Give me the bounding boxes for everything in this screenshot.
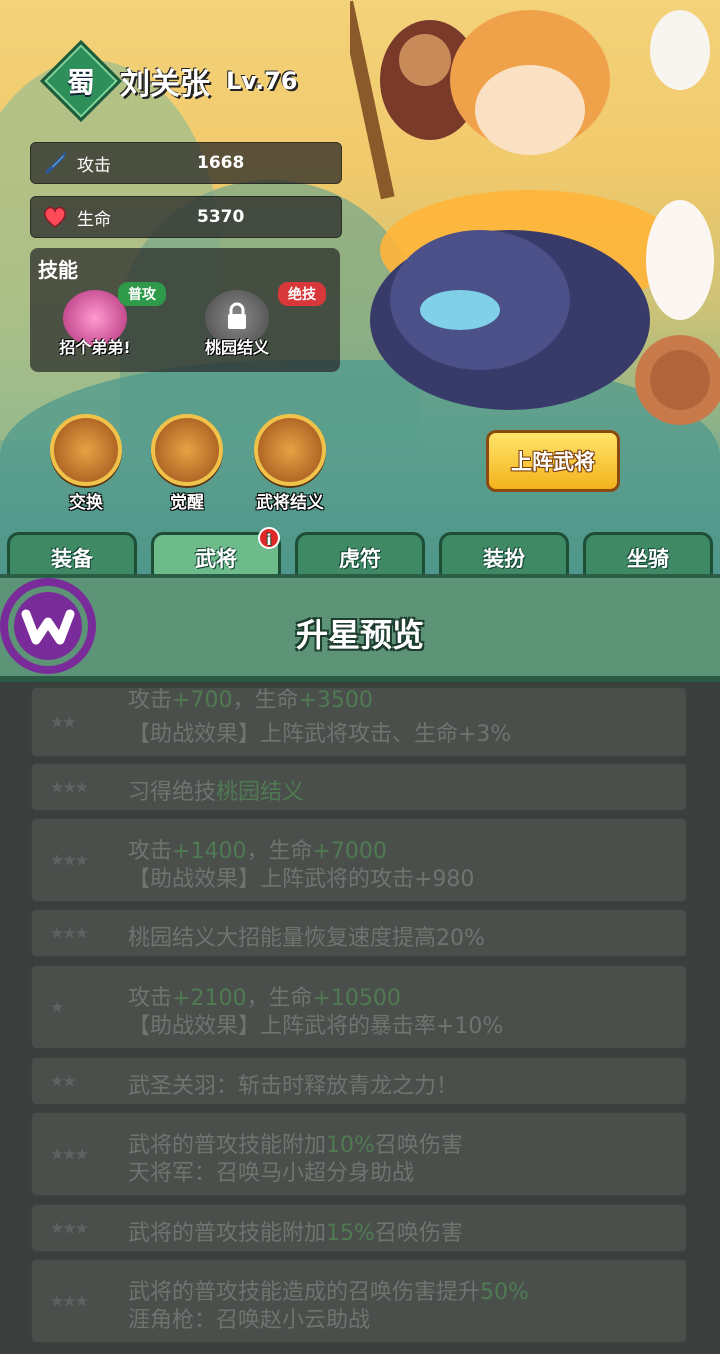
tab-equipment[interactable]: 装备 (7, 532, 137, 580)
skill-tag: 绝技 (278, 282, 326, 306)
item-line: 武圣关羽：斩击时释放青龙之力！ (128, 1074, 459, 1099)
star-icon: ★★★ (50, 1291, 89, 1311)
star-icon: ★★★ (50, 850, 89, 870)
item-line: 习得绝技桃园结义 (128, 780, 305, 805)
logo-badge (0, 578, 96, 674)
star-icon: ★★ (50, 712, 77, 732)
tab-costume[interactable]: 装扮 (439, 532, 569, 580)
lock-icon (228, 302, 246, 329)
stat-label: 攻击 (77, 155, 111, 176)
sword-icon (41, 149, 69, 177)
swap-icon (50, 414, 122, 486)
star-icon: ★★★ (50, 1144, 89, 1164)
attack-stat: 攻击 1668 (30, 142, 342, 184)
star-icon: ★★★ (50, 777, 89, 797)
skills-title: 技能 (38, 258, 78, 282)
hero-header: 蜀 刘关张 Lv.76 (39, 39, 298, 123)
stat-value: 5370 (197, 207, 245, 227)
tab-badge: i (258, 527, 280, 549)
panel-title: 升星预览 (295, 616, 424, 654)
item-line: 天将军：召唤马小超分身助战 (128, 1161, 415, 1186)
tab-hero[interactable]: 武将 i (151, 527, 281, 580)
star-icon: ★★★ (50, 923, 89, 943)
hero-name: 刘关张 (120, 67, 210, 102)
list-item: ★★★ 桃园结义大招能量恢复速度提高20% (30, 908, 688, 958)
deploy-hero-button[interactable]: 上阵武将 (486, 430, 620, 492)
list-item: ★★ 武圣关羽：斩击时释放青龙之力！ (30, 1056, 688, 1106)
skill-tag: 普攻 (118, 282, 166, 306)
oath-icon (254, 414, 326, 486)
list-item: ★★★ 攻击+1400，生命+7000 【助战效果】上阵武将的攻击+980 (30, 817, 688, 903)
awaken-icon (151, 414, 223, 486)
panel-header: 升星预览 (0, 574, 720, 682)
item-line: 【助战效果】上阵武将的攻击+980 (128, 867, 475, 892)
list-item: ★★★ 武将的普攻技能造成的召唤伤害提升50% 涯角枪：召唤赵小云助战 (30, 1258, 688, 1344)
hero-artwork (350, 0, 720, 425)
skill-name: 招个弟弟! (59, 338, 131, 357)
skill-name: 桃园结义 (204, 338, 269, 357)
heart-icon (41, 203, 69, 231)
list-item: ★★ 攻击+700，生命+3500 【助战效果】上阵武将攻击、生命+3% (30, 686, 688, 758)
list-item: ★ 攻击+2100，生命+10500 【助战效果】上阵武将的暴击率+10% (30, 964, 688, 1050)
item-line: 涯角枪：召唤赵小云助战 (128, 1308, 371, 1333)
skills-panel: 技能 招个弟弟! 普攻 桃园结义 绝技 (30, 248, 340, 372)
tab-mount[interactable]: 坐骑 (583, 532, 713, 580)
skill-ultimate[interactable]: 桃园结义 (182, 284, 292, 368)
oath-button[interactable]: 武将结义 (248, 414, 332, 513)
kingdom-badge: 蜀 (39, 39, 123, 123)
stat-label: 生命 (77, 209, 111, 230)
item-line: 桃园结义大招能量恢复速度提高20% (128, 926, 485, 951)
tab-tiger-tally[interactable]: 虎符 (295, 532, 425, 580)
hero-level: Lv.76 (226, 67, 298, 95)
item-line: 攻击+700，生命+3500 (128, 688, 373, 713)
star-icon: ★★★ (50, 1218, 89, 1238)
star-icon: ★ (50, 997, 64, 1017)
stat-value: 1668 (197, 153, 245, 173)
action-label: 交换 (69, 493, 103, 513)
star-icon: ★★ (50, 1071, 77, 1091)
item-line: 武将的普攻技能附加15%召唤伤害 (128, 1221, 463, 1246)
list-item: ★★★ 习得绝技桃园结义 (30, 762, 688, 812)
swap-button[interactable]: 交换 (46, 414, 126, 513)
item-line: 【助战效果】上阵武将的暴击率+10% (128, 1014, 504, 1039)
action-label: 觉醒 (170, 493, 204, 513)
list-item: ★★★ 武将的普攻技能附加10%召唤伤害 天将军：召唤马小超分身助战 (30, 1111, 688, 1197)
action-label: 武将结义 (256, 493, 324, 513)
awaken-button[interactable]: 觉醒 (147, 414, 227, 513)
list-item: ★★★ 武将的普攻技能附加15%召唤伤害 (30, 1203, 688, 1253)
hp-stat: 生命 5370 (30, 196, 342, 238)
tab-label: 武将 (195, 546, 237, 571)
star-preview-list[interactable]: ★★ 攻击+700，生命+3500 【助战效果】上阵武将攻击、生命+3% ★★★… (0, 682, 720, 1354)
battle-scene: 蜀 刘关张 Lv.76 攻击 1668 生命 5370 技能 招个弟弟! 普攻 … (0, 0, 720, 580)
item-line: 【助战效果】上阵武将攻击、生命+3% (128, 722, 512, 747)
